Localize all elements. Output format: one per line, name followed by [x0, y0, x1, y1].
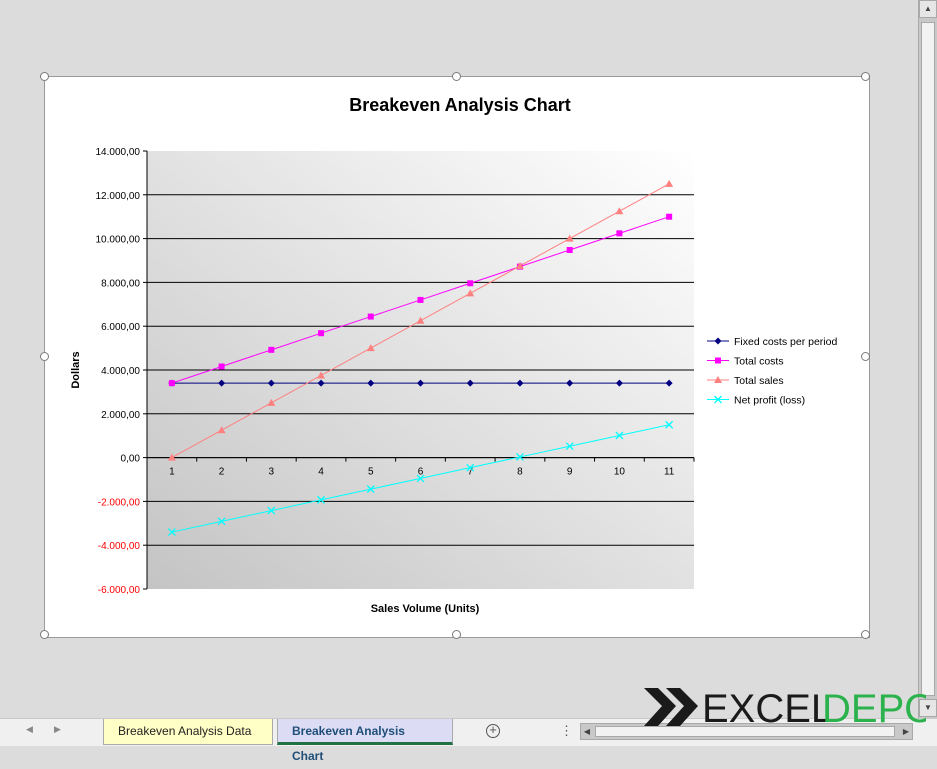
x-tick-label: 4: [318, 467, 324, 478]
y-tick-label: 2.000,00: [101, 410, 140, 421]
tab-breakeven-analysis-chart[interactable]: Breakeven Analysis Chart: [277, 719, 453, 763]
data-point-square: [417, 296, 424, 303]
resize-handle-bottom-left[interactable]: [40, 630, 49, 639]
y-axis-label: Dollars: [70, 351, 82, 388]
y-tick-label: 10.000,00: [96, 235, 141, 246]
legend-label: Fixed costs per period: [734, 336, 837, 348]
exceldepo-logo: EXCEL DEPO: [644, 687, 926, 730]
x-axis-label: Sales Volume (Units): [371, 603, 480, 615]
triangle-right-icon[interactable]: ▶: [54, 724, 61, 735]
data-point-square: [666, 213, 673, 220]
chart-legend: Fixed costs per period Total costs Total s…: [707, 336, 837, 407]
y-tick-label: 8.000,00: [101, 278, 140, 289]
x-tick-label: 9: [567, 467, 573, 478]
data-point-square: [367, 313, 374, 320]
x-tick-label: 1: [169, 467, 175, 478]
resize-handle-left[interactable]: [40, 352, 49, 361]
legend-item: Fixed costs per period: [707, 336, 837, 348]
y-tick-label: -6.000,00: [98, 585, 141, 596]
x-tick-label: 3: [269, 467, 275, 478]
y-tick-label: 4.000,00: [101, 366, 140, 377]
x-tick-label: 2: [219, 467, 225, 478]
legend-item: Net profit (loss): [707, 395, 805, 407]
data-point-square: [318, 330, 325, 337]
data-point-square: [566, 246, 573, 253]
y-tick-label: 6.000,00: [101, 322, 140, 333]
legend-label: Net profit (loss): [734, 395, 805, 407]
data-point-diamond: [714, 337, 722, 345]
x-tick-label: 11: [664, 467, 675, 478]
legend-label: Total sales: [734, 375, 784, 387]
chart-object[interactable]: Breakeven Analysis Chart 14.000,00 12.000…: [44, 76, 870, 638]
resize-handle-bottom[interactable]: [452, 630, 461, 639]
vertical-ellipsis-icon[interactable]: ⋮: [560, 723, 573, 739]
legend-item: Total sales: [707, 375, 784, 387]
legend-label: Total costs: [734, 356, 784, 368]
y-tick-label: -4.000,00: [98, 541, 141, 552]
scroll-left-arrow-icon[interactable]: ◀: [581, 724, 593, 739]
scroll-up-arrow-icon[interactable]: ▲: [919, 0, 937, 18]
plus-circle-icon[interactable]: +: [486, 723, 500, 738]
y-tick-label: 14.000,00: [96, 147, 141, 158]
x-tick-label: 10: [614, 467, 626, 478]
y-tick-label: 0,00: [121, 454, 141, 465]
data-point-square: [218, 363, 225, 370]
y-tick-label: 12.000,00: [96, 191, 141, 202]
resize-handle-top-right[interactable]: [861, 72, 870, 81]
legend-item: Total costs: [707, 356, 784, 368]
chart-title: Breakeven Analysis Chart: [349, 95, 570, 115]
logo-text-excel: EXCEL: [702, 687, 833, 730]
resize-handle-top-left[interactable]: [40, 72, 49, 81]
x-tick-label: 5: [368, 467, 374, 478]
tab-breakeven-analysis-data[interactable]: Breakeven Analysis Data: [103, 719, 273, 745]
data-point-square: [467, 280, 474, 287]
vertical-scroll-thumb[interactable]: [921, 22, 935, 696]
resize-handle-bottom-right[interactable]: [861, 630, 870, 639]
triangle-left-icon[interactable]: ◀: [26, 724, 33, 735]
vertical-scrollbar[interactable]: ▲ ▼: [918, 0, 937, 718]
logo-text-depo: DEPO: [822, 687, 926, 730]
data-point-square: [715, 357, 721, 364]
data-point-square: [268, 346, 275, 353]
breakeven-chart: Breakeven Analysis Chart 14.000,0012.000…: [70, 95, 837, 615]
x-tick-label: 8: [517, 467, 523, 478]
resize-handle-right[interactable]: [861, 352, 870, 361]
y-axis-ticks: 14.000,00 12.000,00 10.000,00 8.000,00 6.000…: [96, 147, 148, 596]
resize-handle-top[interactable]: [452, 72, 461, 81]
y-tick-label: -2.000,00: [98, 497, 141, 508]
data-point-square: [616, 230, 623, 237]
data-point-square: [168, 380, 175, 387]
